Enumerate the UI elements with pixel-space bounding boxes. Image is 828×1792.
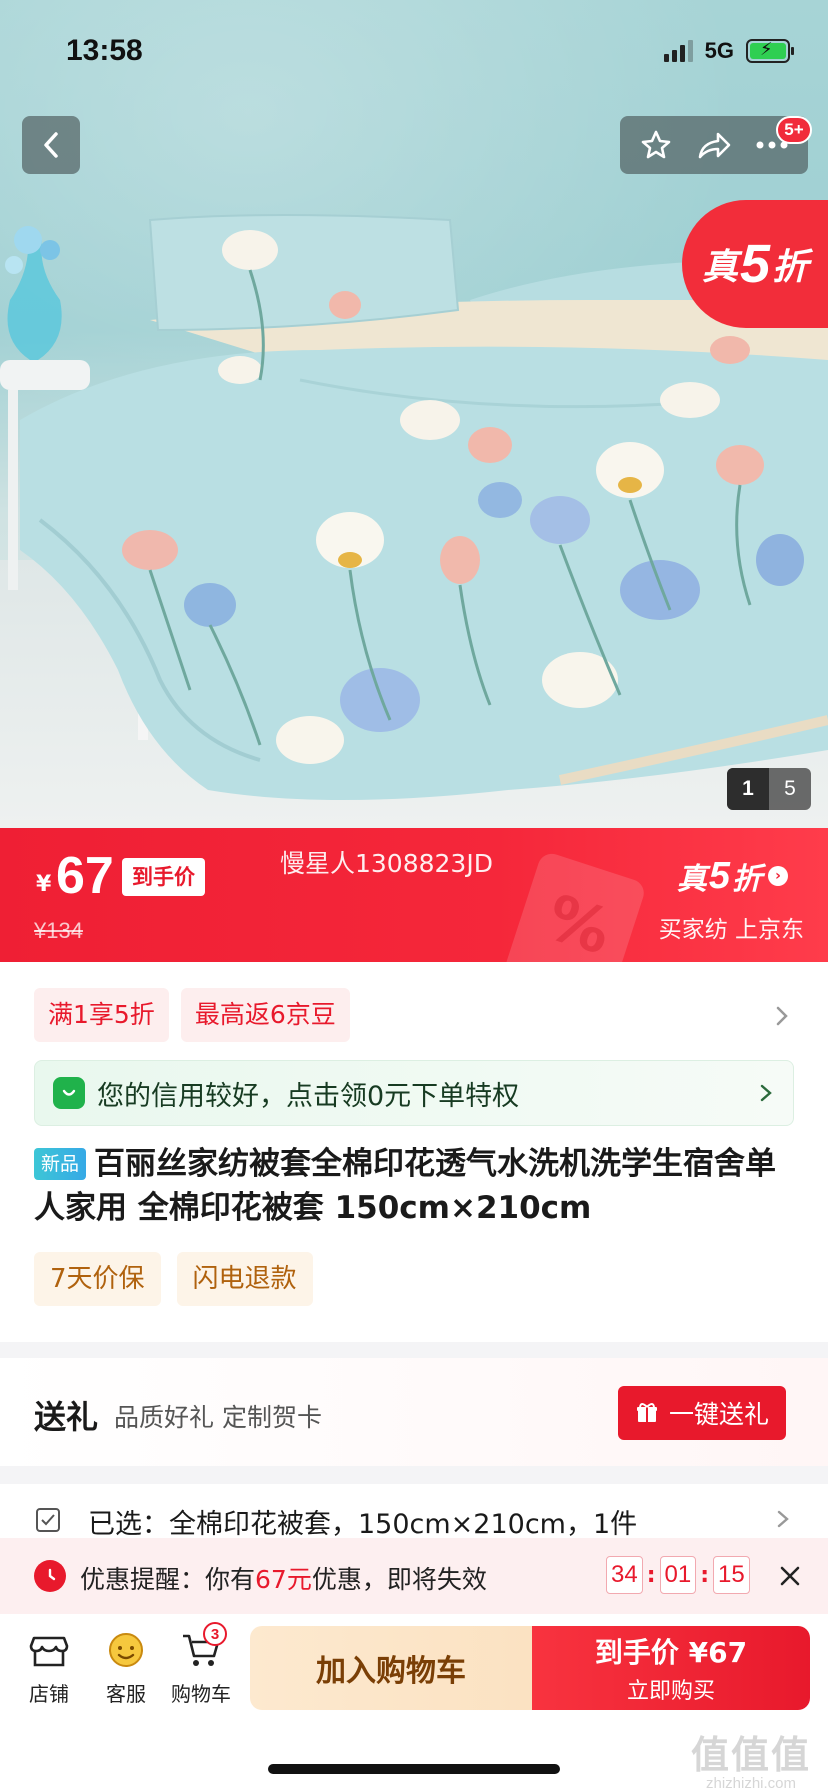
nav-shop[interactable]: 店铺	[14, 1628, 84, 1707]
section-divider	[0, 1466, 828, 1484]
reminder-message: 优惠提醒：你有67元优惠，即将失效	[80, 1560, 487, 1596]
watermark-logo: 值值值	[690, 1733, 811, 1777]
shop-icon	[29, 1636, 69, 1667]
timer-minutes: 01	[659, 1556, 697, 1594]
promo-number: 5	[708, 854, 730, 897]
final-price: 67	[56, 847, 114, 905]
more-badge: 5+	[776, 116, 812, 144]
coupon-reminder-bar: 优惠提醒：你有67元优惠，即将失效 34 : 01 : 15	[0, 1538, 828, 1614]
favorite-button[interactable]	[639, 128, 673, 162]
product-title: 新品 百丽丝家纺被套全棉印花透气水洗机洗学生宿舍单人家用 全棉印花被套 150cm…	[34, 1142, 804, 1230]
promo-prefix: 真	[676, 862, 707, 897]
send-gift-button[interactable]: 一键送礼	[618, 1386, 786, 1440]
product-title-text: 百丽丝家纺被套全棉印花透气水洗机洗学生宿舍单人家用 全棉印花被套 150cm×2…	[34, 1146, 777, 1226]
chevron-right-icon: ›	[768, 866, 788, 886]
service-tags: 7天价保 闪电退款	[34, 1252, 313, 1306]
nav-service-label: 客服	[106, 1682, 146, 1706]
spec-select-icon	[36, 1508, 60, 1532]
chevron-right-icon	[760, 1084, 772, 1102]
image-page-indicator: 1 5	[727, 768, 811, 810]
original-price: ¥134	[34, 918, 83, 943]
credit-text: 您的信用较好，点击领0元下单特权	[97, 1080, 520, 1112]
buy-now-button[interactable]: 到手价 ¥67 立即购买	[532, 1626, 810, 1710]
promo-chip-jingdou[interactable]: 最高返6京豆	[180, 988, 350, 1042]
selected-spec-row[interactable]: 已选：全棉印花被套，150cm×210cm，1件	[0, 1484, 828, 1544]
signal-icon	[663, 40, 693, 62]
price-currency: ¥	[36, 872, 52, 897]
promo-chips: 满1享5折 最高返6京豆	[34, 988, 350, 1042]
section-divider	[0, 1342, 828, 1358]
customer-service-icon	[109, 1633, 143, 1667]
add-to-cart-button[interactable]: 加入购物车	[250, 1626, 532, 1710]
promo-subtitle: 买家纺 上京东	[658, 917, 804, 943]
star-icon	[642, 130, 671, 159]
page-current: 1	[727, 768, 769, 810]
share-button[interactable]	[696, 129, 732, 161]
timer-hours: 34	[606, 1556, 643, 1594]
service-tag-fast-refund[interactable]: 闪电退款	[176, 1252, 313, 1306]
sticker-number: 5	[740, 234, 771, 294]
seller-name: 慢星人1308823JD	[280, 849, 493, 878]
status-indicators: 5G ⚡	[663, 38, 794, 64]
network-label: 5G	[704, 38, 734, 63]
credit-privilege-banner[interactable]: 您的信用较好，点击领0元下单特权	[34, 1060, 794, 1126]
clock-icon	[34, 1560, 66, 1592]
promo-link[interactable]: 真 5 折 ›	[677, 854, 788, 898]
selected-spec-text: 已选：全棉印花被套，150cm×210cm，1件	[88, 1509, 638, 1540]
bottom-action-bar: 店铺 客服 3 购物车 加入购物车 到手价 ¥67 立即购买 值值值 zhizh…	[0, 1614, 828, 1792]
close-icon[interactable]	[776, 1562, 804, 1590]
status-time: 13:58	[66, 34, 143, 67]
reminder-prefix: 优惠提醒：你有	[80, 1565, 256, 1594]
sticker-prefix: 真	[702, 247, 739, 288]
site-watermark: 值值值 zhizhizhi.com	[676, 1724, 826, 1792]
chevron-right-icon	[777, 1510, 789, 1528]
promo-chevron-right-icon[interactable]	[772, 1004, 792, 1028]
battery-icon: ⚡	[746, 39, 794, 63]
nav-customer-service[interactable]: 客服	[91, 1628, 161, 1707]
nav-cart-label: 购物车	[171, 1682, 231, 1706]
nav-shop-label: 店铺	[29, 1682, 69, 1706]
gift-subtitle: 品质好礼 定制贺卡	[114, 1403, 322, 1432]
home-indicator[interactable]	[268, 1764, 560, 1774]
gift-section: 送礼 品质好礼 定制贺卡 一键送礼	[0, 1358, 828, 1466]
product-image-carousel[interactable]: 13:58 5G ⚡ 5+ 真 5 折 1 5	[0, 0, 828, 828]
final-price-tag: 到手价	[122, 858, 205, 896]
gift-icon	[636, 1403, 657, 1422]
promo-suffix: 折	[732, 862, 762, 897]
reminder-amount: 67元	[255, 1565, 312, 1594]
sticker-suffix: 折	[772, 247, 809, 288]
share-icon	[698, 132, 731, 159]
timer-seconds: 15	[713, 1556, 750, 1594]
cart-count-badge: 3	[203, 1622, 227, 1646]
back-arrow-icon	[44, 132, 58, 158]
new-product-badge: 新品	[34, 1148, 87, 1180]
gift-title: 送礼	[34, 1398, 99, 1436]
shopping-bag-icon	[53, 1077, 85, 1109]
page-total: 5	[784, 777, 796, 800]
status-bar: 13:58 5G ⚡	[0, 0, 828, 100]
buy-now-price: 到手价 ¥67	[594, 1636, 748, 1669]
send-gift-label: 一键送礼	[668, 1400, 769, 1429]
reminder-suffix: 优惠，即将失效	[311, 1565, 487, 1594]
price-banner: ¥ 67 到手价 ¥134 慢星人1308823JD % 真 5 折 › 买家纺…	[0, 828, 828, 962]
promo-chip-discount[interactable]: 满1享5折	[34, 988, 169, 1042]
buy-now-label: 立即购买	[626, 1679, 715, 1704]
nav-cart[interactable]: 3 购物车	[166, 1622, 236, 1707]
countdown-timer: 34 : 01 : 15	[606, 1556, 750, 1594]
service-tag-price-protect[interactable]: 7天价保	[34, 1252, 161, 1306]
discount-sticker: 真 5 折	[682, 200, 828, 328]
back-button[interactable]	[22, 116, 80, 174]
